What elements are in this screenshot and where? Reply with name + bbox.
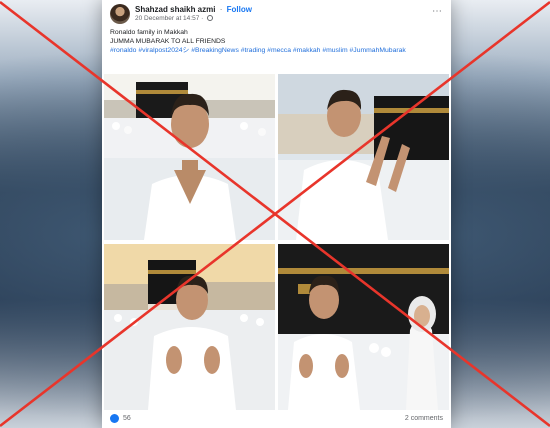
facebook-post-card: Shahzad shaikh azmi · Follow 20 December… [102,0,451,428]
separator-dot: · [219,5,223,14]
author-line: Shahzad shaikh azmi · Follow [135,5,252,14]
post-header: Shahzad shaikh azmi · Follow 20 December… [110,4,443,26]
caption-line-2: JUMMA MUBARAK TO ALL FRIENDS [110,38,226,45]
photo-man-raising-hands-at-sunset[interactable] [104,244,275,410]
photo-man-in-ihram-front-of-kaaba[interactable] [104,74,275,240]
follow-button[interactable]: Follow [227,5,252,14]
caption-line-1: Ronaldo family in Makkah [110,29,188,36]
reaction-count[interactable]: 56 [123,415,131,422]
photo-man-praying-near-kaaba[interactable] [278,74,449,240]
photo-man-and-woman-in-front-of-kaaba[interactable] [278,244,449,410]
post-footer: 56 2 comments [110,414,443,426]
author-avatar[interactable] [110,4,130,24]
post-timestamp[interactable]: 20 December at 14:57 · [135,15,203,22]
more-options-icon[interactable]: ⋯ [432,6,443,17]
like-reaction-icon[interactable] [110,414,119,423]
globe-icon [207,15,214,21]
post-caption: Ronaldo family in Makkah JUMMA MUBARAK T… [110,28,443,55]
comments-count[interactable]: 2 comments [405,415,443,422]
author-name[interactable]: Shahzad shaikh azmi [135,5,215,14]
photo-grid [104,74,449,410]
hashtags[interactable]: #ronaldo #viralpost2024シ #BreakingNews #… [110,46,443,55]
post-meta: 20 December at 14:57 · [135,15,214,22]
